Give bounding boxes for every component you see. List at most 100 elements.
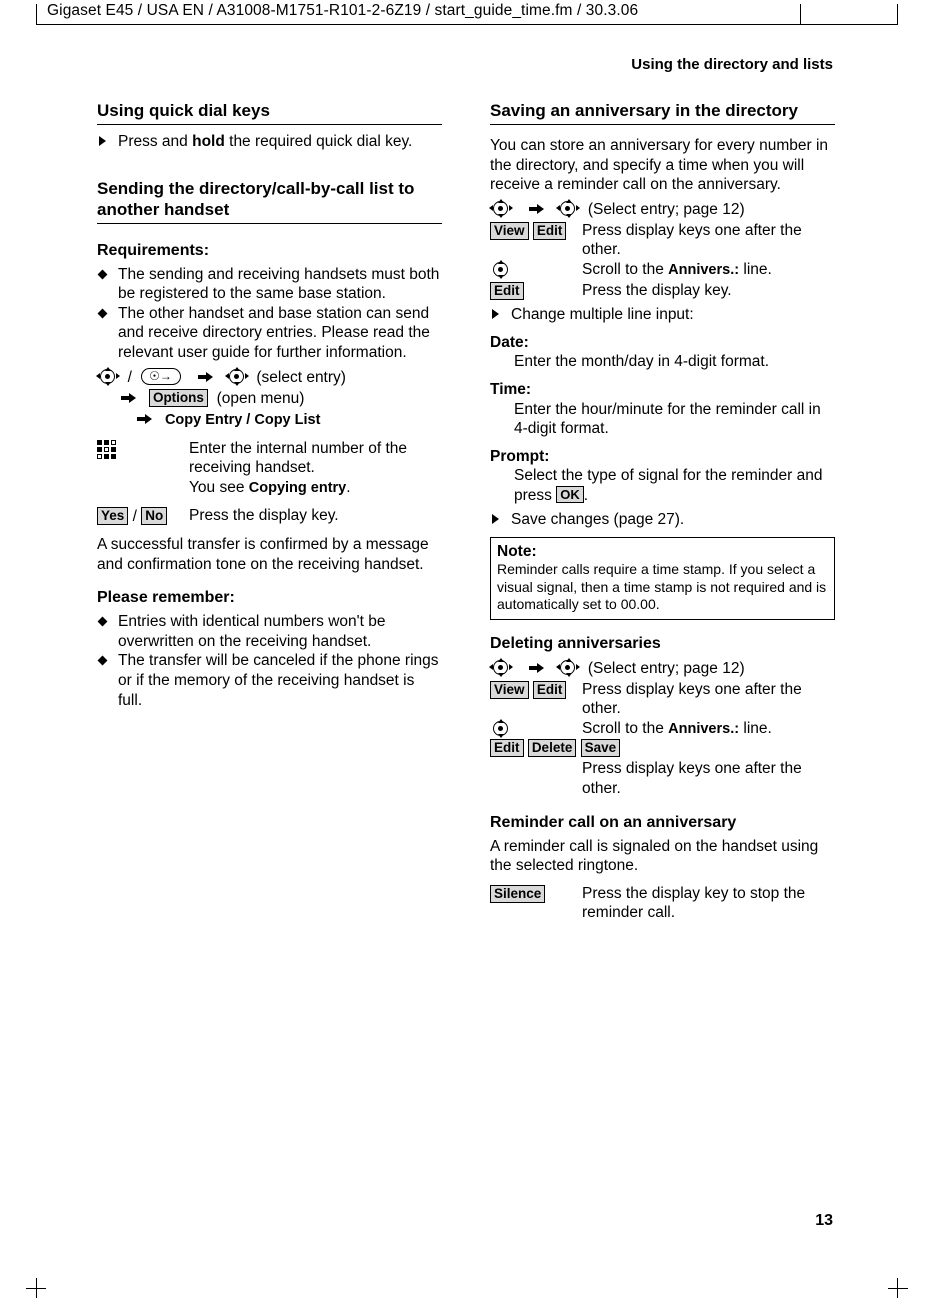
document-page: Gigaset E45 / USA EN / A31008-M1751-R101… bbox=[0, 0, 933, 1301]
change-multiline-text: Change multiple line input: bbox=[511, 306, 694, 324]
prompt-text: Select the type of signal for the remind… bbox=[490, 466, 835, 505]
copy-procedure-line-2: Options (open menu) bbox=[97, 388, 442, 409]
crop-mark-top-left bbox=[36, 4, 37, 24]
anniversary-nav-line-text: (Select entry; page 12) bbox=[587, 200, 745, 218]
quick-dial-step-bold: hold bbox=[192, 133, 225, 150]
view-edit-row: View Edit Press display keys one after t… bbox=[490, 221, 835, 260]
date-text: Enter the month/day in 4-digit format. bbox=[514, 353, 770, 371]
transfer-confirmation-paragraph: A successful transfer is confirmed by a … bbox=[97, 535, 429, 573]
quick-dial-step: Press and hold the required quick dial k… bbox=[97, 132, 442, 152]
slash-separator: / bbox=[123, 368, 137, 386]
crop-mark-bottom-right-h bbox=[888, 1288, 908, 1289]
right-column: Saving an anniversary in the directory Y… bbox=[489, 100, 835, 923]
remember-bullet-1: Entries with identical numbers won't be … bbox=[97, 612, 442, 651]
delete-scroll-text: Scroll to the Annivers.: line. bbox=[582, 719, 835, 740]
delete-softkey-chip[interactable]: Delete bbox=[527, 739, 577, 758]
scroll-key-cell bbox=[490, 259, 582, 281]
edit-row-text: Press the display key. bbox=[582, 281, 732, 299]
annivers-screen-text: Annivers.: bbox=[668, 720, 740, 737]
arrow-right-icon bbox=[121, 392, 136, 404]
view-edit-chips: View Edit bbox=[490, 680, 582, 719]
date-label: Date: bbox=[490, 333, 529, 351]
reminder-call-paragraph: A reminder call is signaled on the hands… bbox=[490, 837, 819, 875]
scroll-anniversary-row: Scroll to the Annivers.: line. bbox=[490, 259, 835, 281]
keypad-glyph bbox=[97, 439, 118, 460]
prompt-label: Prompt: bbox=[490, 447, 550, 465]
silence-chip-cell: Silence bbox=[490, 884, 582, 923]
scroll-prefix: Scroll to the bbox=[582, 719, 669, 737]
page-number: 13 bbox=[815, 1212, 833, 1229]
edit-softkey-chip[interactable]: Edit bbox=[532, 221, 567, 240]
yes-no-row: Yes / No Press the display key. bbox=[97, 506, 442, 527]
quick-dial-step-prefix: Press and bbox=[118, 133, 193, 150]
remember-bullet-2: The transfer will be canceled if the pho… bbox=[97, 651, 442, 710]
keypad-entry-text-1: Enter the internal number of the receivi… bbox=[189, 439, 407, 477]
arrow-bullet-icon bbox=[492, 309, 499, 320]
requirements-heading: Requirements: bbox=[97, 241, 210, 259]
navigation-key-icon bbox=[556, 198, 581, 218]
slash-separator: / bbox=[132, 508, 142, 526]
requirement-bullet-1-text: The sending and receiving handsets must … bbox=[118, 265, 440, 303]
note-title: Note: bbox=[497, 543, 537, 561]
keypad-entry-row: Enter the internal number of the receivi… bbox=[97, 439, 442, 499]
view-softkey-chip[interactable]: View bbox=[490, 680, 529, 699]
quick-dial-step-suffix: the required quick dial key. bbox=[224, 133, 413, 150]
please-remember-heading: Please remember: bbox=[97, 589, 235, 607]
options-softkey-chip[interactable]: Options bbox=[148, 388, 208, 407]
remember-bullet-1-text: Entries with identical numbers won't be … bbox=[118, 613, 386, 650]
save-softkey-chip[interactable]: Save bbox=[580, 739, 621, 758]
file-info-line: Gigaset E45 / USA EN / A31008-M1751-R101… bbox=[47, 2, 639, 19]
scroll-prefix: Scroll to the bbox=[582, 260, 669, 278]
diamond-bullet-icon bbox=[97, 616, 108, 627]
delete-view-edit-row: View Edit Press display keys one after t… bbox=[490, 680, 835, 719]
note-text: Reminder calls require a time stamp. If … bbox=[497, 561, 827, 613]
internal-call-key-icon: ☉→ bbox=[140, 367, 181, 385]
time-label: Time: bbox=[490, 380, 532, 398]
arrow-right-icon bbox=[197, 371, 213, 383]
edit-softkey-chip[interactable]: Edit bbox=[532, 680, 567, 699]
left-column: Using quick dial keys Press and hold the… bbox=[96, 100, 442, 710]
delete-nav-line-text: (Select entry; page 12) bbox=[587, 659, 745, 677]
view-edit-text: Press display keys one after the other. bbox=[582, 221, 802, 259]
navigation-key-vertical-icon bbox=[490, 259, 512, 279]
delete-scroll-row: Scroll to the Annivers.: line. bbox=[490, 718, 835, 740]
keypad-key-icon bbox=[97, 439, 189, 499]
silence-row-text: Press the display key to stop the remind… bbox=[582, 884, 806, 922]
arrow-bullet-icon bbox=[99, 136, 106, 146]
save-changes-text: Save changes (page 27). bbox=[511, 510, 685, 528]
keypad-entry-text-2-prefix: You see bbox=[189, 478, 249, 496]
silence-row: Silence Press the display key to stop th… bbox=[490, 884, 835, 923]
navigation-key-icon bbox=[96, 366, 120, 386]
arrow-right-icon bbox=[529, 662, 545, 674]
section-heading-quick-dial: Using quick dial keys bbox=[97, 100, 442, 125]
view-softkey-chip[interactable]: View bbox=[490, 221, 529, 240]
remember-bullet-2-text: The transfer will be canceled if the pho… bbox=[118, 652, 439, 709]
silence-softkey-chip[interactable]: Silence bbox=[490, 884, 546, 903]
ok-softkey-chip[interactable]: OK bbox=[556, 485, 584, 503]
note-box: Note: Reminder calls require a time stam… bbox=[490, 537, 835, 620]
copy-entry-menu-item[interactable]: Copy Entry / Copy List bbox=[165, 412, 321, 428]
edit-softkey-chip[interactable]: Edit bbox=[490, 739, 524, 758]
edit-chip-cell: Edit bbox=[490, 281, 582, 302]
header-rule bbox=[36, 24, 898, 25]
time-text: Enter the hour/minute for the reminder c… bbox=[514, 400, 821, 438]
keypad-entry-text: Enter the internal number of the receivi… bbox=[189, 439, 442, 499]
running-header: Using the directory and lists bbox=[631, 56, 833, 73]
diamond-bullet-icon bbox=[97, 269, 108, 280]
no-softkey-chip[interactable]: No bbox=[141, 507, 168, 526]
edit-softkey-chip[interactable]: Edit bbox=[490, 281, 524, 300]
requirement-bullet-2: The other handset and base station can s… bbox=[97, 304, 442, 363]
crop-mark-top-right bbox=[897, 4, 898, 24]
delete-chips-text: Press display keys one after the other. bbox=[582, 760, 802, 797]
diamond-bullet-icon bbox=[97, 655, 108, 666]
navigation-key-icon bbox=[489, 198, 513, 218]
requirement-bullet-1: The sending and receiving handsets must … bbox=[97, 265, 442, 304]
copying-entry-screen-text: Copying entry bbox=[248, 479, 347, 496]
yes-no-chips: Yes / No bbox=[97, 506, 189, 527]
scroll-key-cell bbox=[490, 718, 582, 740]
annivers-screen-text: Annivers.: bbox=[668, 261, 740, 278]
delete-chips-row: Edit Delete Save bbox=[490, 739, 835, 759]
scroll-anniversary-text: Scroll to the Annivers.: line. bbox=[582, 260, 835, 281]
arrow-right-icon bbox=[137, 413, 152, 425]
yes-softkey-chip[interactable]: Yes bbox=[97, 507, 129, 526]
